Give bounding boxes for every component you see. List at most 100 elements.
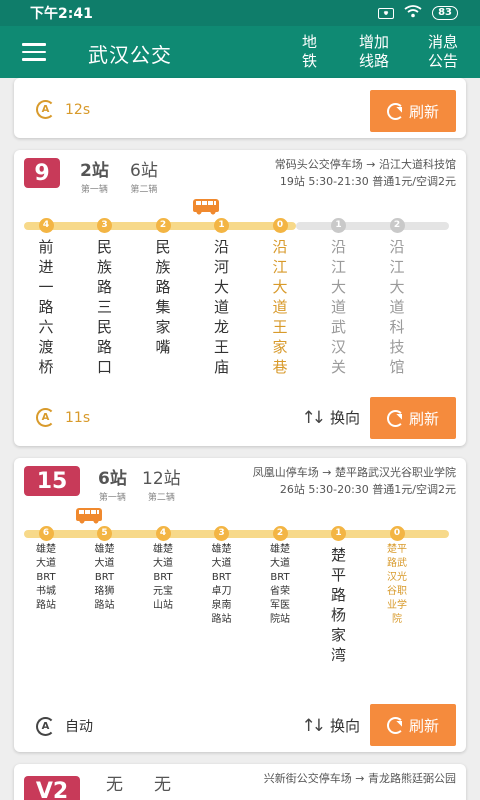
stop-name: 雄楚大道BRT珞狮路站 (94, 544, 115, 611)
swap-icon: ↑↓ (301, 715, 325, 736)
stop-count-badge: 3 (97, 218, 112, 233)
refresh-label: 刷新 (408, 409, 439, 428)
second-bus-stops: 6站 (130, 161, 158, 181)
stop-count-badge: 1 (331, 218, 346, 233)
route-card-15[interactable]: 15 6站 第一辆 12站 第二辆 凤凰山停车场 → 楚平路武汉光谷职业学院 2… (14, 458, 466, 752)
first-bus-stops: 无 (106, 775, 123, 795)
stop-item[interactable]: 1 沿河大道龙王庙 (207, 218, 237, 377)
wifi-icon (404, 4, 422, 22)
route-card-partial: A 12s 刷新 (14, 78, 466, 138)
menu-announcements[interactable]: 消息 公告 (428, 33, 458, 71)
swap-direction-button[interactable]: ↑↓ 换向 (301, 407, 360, 428)
refresh-button[interactable]: 刷新 (370, 397, 456, 439)
swap-label: 换向 (329, 717, 360, 735)
stop-item[interactable]: 6 雄楚大道BRT书城路站 (31, 526, 61, 613)
auto-refresh-icon: A (36, 408, 55, 427)
stop-name: 沿江大道武汉关 (330, 238, 346, 376)
first-bus-stops: 6站 (98, 469, 127, 489)
stop-name: 楚平路武汉光谷职业学院 (387, 544, 407, 625)
route-info: 兴新街公交停车场 → 青龙路熊廷弼公园 (264, 770, 456, 787)
stop-count-badge: 3 (214, 526, 229, 541)
auto-refresh-timer[interactable]: A 11s (36, 408, 90, 427)
auto-refresh-timer[interactable]: A 12s (36, 100, 90, 119)
route-card-v2[interactable]: V2 无 无 兴新街公交停车场 → 青龙路熊廷弼公园 (14, 764, 466, 800)
auto-refresh-icon: A (36, 100, 55, 119)
bus-icon (76, 508, 102, 524)
swap-label: 换向 (329, 409, 360, 427)
stop-count-badge: 5 (97, 526, 112, 541)
stop-name: 雄楚大道BRT卓刀泉南路站 (211, 544, 232, 625)
stop-name: 雄楚大道BRT省荣军医院站 (270, 544, 290, 625)
notification-blocked-icon (378, 7, 395, 19)
auto-refresh-toggle[interactable]: A 自动 (36, 716, 93, 736)
stop-count-badge: 0 (389, 526, 405, 541)
stop-item[interactable]: 4 雄楚大道BRT元宝山站 (148, 526, 178, 613)
first-bus-info: 无 (106, 770, 123, 795)
route-info: 常码头公交停车场 → 沿江大道科技馆 19站 5:30-21:30 普通1元/空… (275, 156, 456, 190)
route-details: 19站 5:30-21:30 普通1元/空调2元 (279, 175, 456, 188)
route-details: 26站 5:30-20:30 普通1元/空调2元 (279, 483, 456, 496)
second-bus-label: 第二辆 (147, 493, 175, 503)
route-direction: 兴新街公交停车场 → 青龙路熊廷弼公园 (263, 772, 456, 785)
first-bus-info: 2站 第一辆 (80, 156, 109, 195)
stop-item[interactable]: 0 沿江大道王家巷 (265, 218, 295, 377)
route-number-badge: 15 (24, 466, 80, 496)
stop-item[interactable]: 2 雄楚大道BRT省荣军医院站 (265, 526, 295, 627)
second-bus-label: 第二辆 (130, 185, 158, 195)
refresh-button[interactable]: 刷新 (370, 704, 456, 746)
stop-count-badge: 2 (389, 218, 405, 233)
stop-name: 雄楚大道BRT元宝山站 (153, 544, 173, 611)
status-bar: 下午2:41 83 (0, 0, 480, 26)
auto-refresh-icon: A (36, 716, 55, 736)
stop-item[interactable]: 1 楚平路杨家湾 (324, 526, 354, 665)
stop-item[interactable]: 2 民族路集家嘴 (148, 218, 178, 357)
stop-name: 沿江大道王家巷 (272, 238, 288, 376)
status-time: 下午2:41 (30, 6, 93, 22)
first-bus-label: 第一辆 (80, 185, 108, 195)
stop-item[interactable]: 0 楚平路武汉光谷职业学院 (382, 526, 412, 627)
stop-name: 民族路集家嘴 (155, 238, 171, 356)
stop-count-badge: 4 (155, 526, 171, 541)
swap-icon: ↑↓ (301, 407, 325, 428)
app-title: 武汉公交 (88, 43, 172, 67)
timer-value: 自动 (65, 719, 93, 735)
second-bus-info: 6站 第二辆 (130, 156, 158, 195)
stop-count-badge: 2 (155, 218, 171, 233)
timer-value: 11s (65, 409, 91, 426)
first-bus-stops: 2站 (80, 161, 109, 181)
menu-metro[interactable]: 地 铁 (302, 33, 317, 71)
route-number-badge: V2 (24, 776, 80, 800)
stop-item[interactable]: 5 雄楚大道BRT珞狮路站 (90, 526, 120, 613)
second-bus-info: 12站 第二辆 (142, 464, 181, 503)
stop-item[interactable]: 2 沿江大道科技馆 (382, 218, 412, 377)
stop-item[interactable]: 3 民族路三民路口 (90, 218, 120, 377)
stop-count-badge: 1 (331, 526, 346, 541)
menu-add-route[interactable]: 增加 线路 (359, 33, 389, 71)
stop-count-badge: 0 (272, 218, 288, 233)
bus-icon (193, 199, 219, 215)
refresh-icon (386, 102, 404, 120)
stop-item[interactable]: 1 沿江大道武汉关 (324, 218, 354, 377)
stop-count-badge: 6 (38, 526, 54, 541)
stop-item[interactable]: 4 前进一路六渡桥 (31, 218, 61, 377)
first-bus-label: 第一辆 (98, 493, 126, 503)
timer-value: 12s (65, 101, 91, 118)
route-direction: 凤凰山停车场 → 楚平路武汉光谷职业学院 (252, 466, 456, 479)
app-bar: 武汉公交 地 铁 增加 线路 消息 公告 (0, 26, 480, 78)
refresh-button[interactable]: 刷新 (370, 90, 456, 132)
stop-item[interactable]: 3 雄楚大道BRT卓刀泉南路站 (207, 526, 237, 627)
route-direction: 常码头公交停车场 → 沿江大道科技馆 (274, 158, 456, 171)
second-bus-stops: 12站 (142, 469, 181, 489)
refresh-icon (386, 409, 404, 427)
stop-name: 雄楚大道BRT书城路站 (36, 544, 56, 611)
swap-direction-button[interactable]: ↑↓ 换向 (301, 715, 360, 736)
first-bus-info: 6站 第一辆 (98, 464, 127, 503)
route-number-badge: 9 (24, 158, 60, 188)
second-bus-info: 无 (154, 770, 171, 795)
menu-icon[interactable] (22, 43, 46, 61)
battery-icon: 83 (432, 6, 458, 20)
stop-name: 沿河大道龙王庙 (213, 238, 229, 376)
route-card-9[interactable]: 9 2站 第一辆 6站 第二辆 常码头公交停车场 → 沿江大道科技馆 19站 5… (14, 150, 466, 446)
stop-name: 楚平路杨家湾 (330, 546, 346, 664)
stop-name: 沿江大道科技馆 (389, 238, 405, 376)
